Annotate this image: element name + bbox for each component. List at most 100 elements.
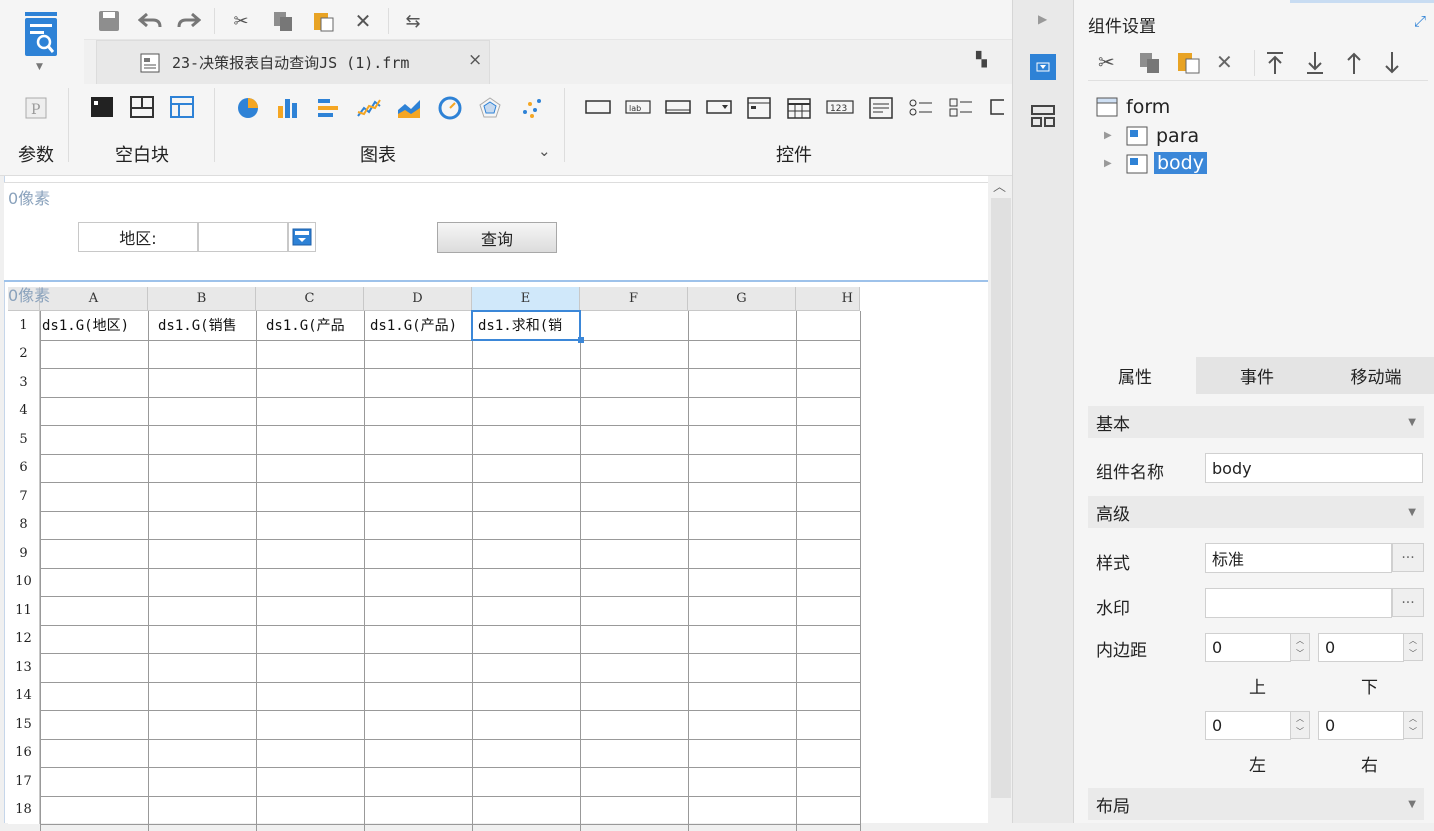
tab-properties[interactable]: 属性 bbox=[1074, 357, 1196, 394]
cut-icon[interactable]: ✂ bbox=[1098, 50, 1115, 74]
padding-top-stepper[interactable]: ︿ ﹀ bbox=[1290, 633, 1310, 661]
padding-right-stepper[interactable]: ︿ ﹀ bbox=[1403, 711, 1423, 739]
delete-icon[interactable]: ✕ bbox=[350, 8, 376, 34]
close-icon[interactable]: × bbox=[468, 50, 482, 70]
fill-handle[interactable] bbox=[578, 337, 584, 343]
move-up-icon[interactable] bbox=[1343, 50, 1365, 80]
row-header[interactable]: 8 bbox=[8, 510, 40, 539]
scatter-chart-icon[interactable] bbox=[520, 96, 544, 118]
switch-icon[interactable]: ⇆ bbox=[400, 8, 426, 34]
list-widget-icon[interactable] bbox=[746, 96, 772, 119]
style-more-button[interactable]: ··· bbox=[1392, 543, 1424, 572]
row-header[interactable]: 14 bbox=[8, 681, 40, 710]
column-header-a[interactable]: A bbox=[40, 287, 148, 311]
textbox-widget-icon[interactable] bbox=[665, 96, 691, 118]
text-label-widget-icon[interactable]: lab bbox=[625, 96, 651, 118]
report-grid[interactable]: A B C D E F G H 1 2 3 4 5 6 7 8 9 10 11 12 13 14 15 16 1… bbox=[8, 287, 861, 831]
cell-a1[interactable]: ds1.G(地区) bbox=[42, 315, 148, 341]
chevron-up-icon[interactable]: ︿ bbox=[993, 176, 1006, 195]
padding-bottom-input[interactable]: 0 bbox=[1318, 633, 1404, 662]
parameter-icon[interactable]: P bbox=[24, 96, 48, 119]
padding-right-input[interactable]: 0 bbox=[1318, 711, 1404, 740]
label-widget-icon[interactable] bbox=[585, 96, 611, 118]
expand-arrow-icon[interactable]: ▶ bbox=[1104, 158, 1112, 169]
move-top-icon[interactable] bbox=[1264, 50, 1286, 80]
tab-menu-icon[interactable]: ▚ bbox=[976, 52, 987, 68]
tree-node-form[interactable]: form bbox=[1126, 96, 1170, 118]
row-header[interactable]: 15 bbox=[8, 710, 40, 739]
column-header-g[interactable]: G bbox=[688, 287, 796, 311]
row-header[interactable]: 5 bbox=[8, 425, 40, 454]
date-widget-icon[interactable] bbox=[786, 96, 812, 119]
cut-icon[interactable]: ✂ bbox=[228, 8, 254, 34]
dropdown-button[interactable] bbox=[288, 222, 316, 252]
tree-node-body[interactable]: body bbox=[1154, 152, 1207, 174]
padding-left-stepper[interactable]: ︿ ﹀ bbox=[1290, 711, 1310, 739]
padding-bottom-stepper[interactable]: ︿ ﹀ bbox=[1403, 633, 1423, 661]
tab-events[interactable]: 事件 bbox=[1196, 357, 1318, 394]
area-chart-icon[interactable] bbox=[396, 96, 420, 118]
expand-arrow-icon[interactable]: ▶ bbox=[1104, 130, 1112, 141]
dropdown-widget-icon[interactable] bbox=[706, 96, 732, 118]
row-header[interactable]: 11 bbox=[8, 596, 40, 625]
row-header[interactable]: 17 bbox=[8, 767, 40, 796]
blank-block-icon[interactable] bbox=[90, 96, 114, 118]
tree-node-para[interactable]: para bbox=[1156, 125, 1199, 147]
row-header[interactable]: 9 bbox=[8, 539, 40, 568]
report-designer-logo-icon[interactable] bbox=[24, 12, 58, 58]
copy-icon[interactable] bbox=[1138, 52, 1162, 78]
component-settings-icon[interactable] bbox=[1030, 54, 1056, 80]
paste-icon[interactable] bbox=[310, 8, 336, 34]
section-layout[interactable]: 布局 ▼ bbox=[1088, 788, 1424, 820]
column-header-e[interactable]: E bbox=[472, 287, 580, 311]
row-header[interactable]: 12 bbox=[8, 624, 40, 653]
cell-b1[interactable]: ds1.G(销售 bbox=[158, 315, 248, 341]
watermark-more-button[interactable]: ··· bbox=[1392, 588, 1424, 617]
layout-settings-icon[interactable] bbox=[1030, 104, 1056, 128]
row-header[interactable]: 2 bbox=[8, 339, 40, 368]
style-input[interactable]: 标准 bbox=[1205, 543, 1392, 573]
paste-icon[interactable] bbox=[1176, 50, 1202, 78]
column-header-c[interactable]: C bbox=[256, 287, 364, 311]
row-header[interactable]: 13 bbox=[8, 653, 40, 682]
radar-chart-icon[interactable] bbox=[478, 96, 502, 118]
chevron-down-icon[interactable]: ⌄ bbox=[538, 142, 551, 160]
cell-c1[interactable]: ds1.G(产品 bbox=[266, 315, 358, 341]
radio-group-widget-icon[interactable] bbox=[908, 96, 934, 118]
row-header[interactable]: 3 bbox=[8, 368, 40, 397]
copy-icon[interactable] bbox=[270, 8, 296, 34]
collapse-arrow-icon[interactable]: ▶ bbox=[1038, 12, 1047, 26]
more-widget-icon[interactable] bbox=[990, 96, 1004, 118]
padding-left-input[interactable]: 0 bbox=[1205, 711, 1291, 740]
horizontal-bar-chart-icon[interactable] bbox=[316, 96, 340, 118]
checkbox-group-widget-icon[interactable] bbox=[948, 96, 974, 118]
number-widget-icon[interactable]: 123 bbox=[826, 96, 854, 118]
move-bottom-icon[interactable] bbox=[1304, 50, 1326, 80]
bar-chart-icon[interactable] bbox=[276, 96, 300, 118]
column-header-f[interactable]: F bbox=[580, 287, 688, 311]
query-button[interactable]: 查询 bbox=[437, 222, 557, 253]
undo-icon[interactable] bbox=[137, 8, 163, 34]
row-header[interactable]: 7 bbox=[8, 482, 40, 511]
gauge-chart-icon[interactable] bbox=[438, 96, 462, 120]
row-header[interactable]: 10 bbox=[8, 567, 40, 596]
column-header-d[interactable]: D bbox=[364, 287, 472, 311]
watermark-input[interactable] bbox=[1205, 588, 1392, 618]
row-header[interactable]: 1 bbox=[8, 311, 40, 340]
save-icon[interactable] bbox=[96, 8, 122, 34]
component-name-input[interactable]: body bbox=[1205, 453, 1423, 483]
pie-chart-icon[interactable] bbox=[236, 96, 260, 118]
column-header-b[interactable]: B bbox=[148, 287, 256, 311]
column-header-h[interactable]: H bbox=[796, 287, 860, 311]
pin-icon[interactable]: ⤢ bbox=[1414, 12, 1426, 30]
row-header[interactable]: 18 bbox=[8, 795, 40, 824]
row-header[interactable]: 16 bbox=[8, 738, 40, 767]
region-label[interactable]: 地区: bbox=[78, 222, 198, 252]
region-combo-input[interactable] bbox=[198, 222, 288, 252]
row-header[interactable]: 4 bbox=[8, 396, 40, 425]
cell-d1[interactable]: ds1.G(产品) bbox=[370, 315, 472, 341]
section-basic[interactable]: 基本 ▼ bbox=[1088, 406, 1424, 438]
delete-icon[interactable]: ✕ bbox=[1216, 50, 1233, 74]
textarea-widget-icon[interactable] bbox=[868, 96, 894, 119]
tab-mobile[interactable]: 移动端 bbox=[1318, 357, 1434, 394]
